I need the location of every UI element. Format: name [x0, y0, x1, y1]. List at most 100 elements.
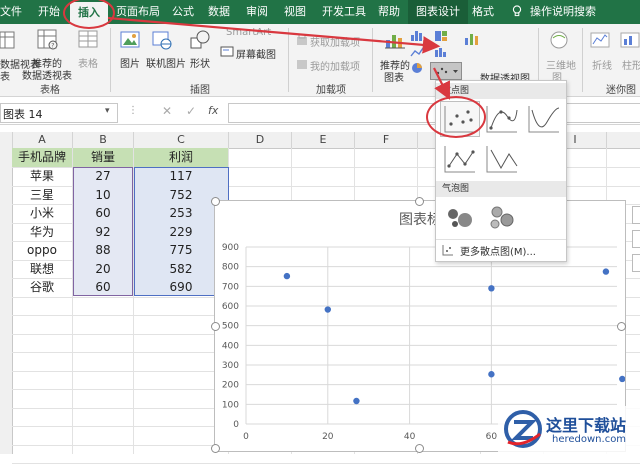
- chart-styles-button[interactable]: [632, 230, 640, 248]
- scatter-option-straight-lines[interactable]: [482, 141, 522, 177]
- header-cell-profit[interactable]: 利润: [134, 148, 228, 167]
- resize-handle[interactable]: [415, 444, 424, 453]
- line-sparkline-icon[interactable]: [590, 32, 610, 48]
- table-cell[interactable]: 88: [73, 241, 133, 260]
- table-cell[interactable]: 60: [73, 278, 133, 297]
- table-cell[interactable]: 苹果: [12, 167, 72, 186]
- column-header[interactable]: B: [73, 132, 134, 148]
- table-cell[interactable]: 20: [73, 260, 133, 279]
- get-addins-label[interactable]: 获取加载项: [310, 34, 360, 49]
- resize-handle[interactable]: [211, 197, 220, 206]
- tab-chart-design[interactable]: 图表设计: [408, 0, 468, 24]
- smartart-label[interactable]: SmartArt: [226, 27, 271, 38]
- scatter-smooth-markers-icon: [486, 106, 518, 133]
- enter-icon[interactable]: ✓: [186, 104, 196, 118]
- pivot-table-icon[interactable]: [0, 30, 16, 50]
- scatter-point[interactable]: [353, 397, 360, 405]
- table-cell[interactable]: 三星: [12, 186, 72, 205]
- group-sparklines-label: 迷你图: [606, 85, 636, 96]
- recommended-pivot-label-2: 数据透视表: [22, 71, 72, 82]
- online-pictures-icon[interactable]: [152, 30, 172, 50]
- watermark-logo-icon: [504, 410, 542, 448]
- screenshot-label[interactable]: 屏幕截图: [236, 46, 276, 61]
- table-cell[interactable]: oppo: [12, 241, 72, 260]
- tab-formulas[interactable]: 公式: [172, 0, 194, 24]
- y-tick-label: 500: [222, 322, 239, 332]
- y-tick-label: 800: [222, 263, 239, 273]
- table-label: 表格: [78, 59, 98, 70]
- table-cell[interactable]: 华为: [12, 223, 72, 242]
- table-cell[interactable]: 117: [134, 167, 228, 186]
- tab-file[interactable]: 文件: [0, 0, 22, 24]
- scatter-point[interactable]: [619, 375, 625, 383]
- more-scatter-icon: [442, 245, 453, 256]
- scatter-point[interactable]: [602, 268, 610, 275]
- group-tables-label: 表格: [40, 85, 60, 96]
- scatter-option-smooth-lines[interactable]: [524, 101, 564, 137]
- chart-filters-button[interactable]: [632, 254, 640, 272]
- tab-view[interactable]: 视图: [284, 0, 306, 24]
- pictures-icon[interactable]: [120, 30, 140, 50]
- pie-chart-icon[interactable]: [410, 62, 424, 74]
- column-header[interactable]: F: [355, 132, 418, 148]
- scatter-option-straight-markers[interactable]: [440, 141, 480, 177]
- table-cell[interactable]: 谷歌: [12, 278, 72, 297]
- recommended-charts-icon[interactable]: [384, 30, 406, 50]
- resize-handle[interactable]: [211, 322, 220, 331]
- name-box[interactable]: 图表 14 ▾: [0, 103, 118, 123]
- cancel-icon[interactable]: ✕: [162, 104, 172, 118]
- tab-home[interactable]: 开始: [38, 0, 60, 24]
- scatter-point[interactable]: [488, 285, 495, 292]
- column-sparkline-icon[interactable]: [620, 32, 640, 48]
- table-cell[interactable]: 60: [73, 204, 133, 223]
- y-tick-label: 700: [222, 282, 239, 292]
- resize-handle[interactable]: [415, 197, 424, 206]
- table-cell[interactable]: 27: [73, 167, 133, 186]
- tab-developer[interactable]: 开发工具: [322, 0, 366, 24]
- column-header[interactable]: C: [134, 132, 229, 148]
- recommended-pivot-icon[interactable]: ?: [36, 28, 60, 52]
- resize-handle[interactable]: [617, 322, 626, 331]
- resize-handle[interactable]: [211, 444, 220, 453]
- more-scatter-charts-link[interactable]: 更多散点图(M)...: [460, 243, 536, 258]
- tell-me-search[interactable]: 操作说明搜索: [530, 0, 596, 24]
- tab-help[interactable]: 帮助: [378, 0, 400, 24]
- shapes-icon[interactable]: [190, 30, 210, 50]
- hierarchy-chart-icon[interactable]: [434, 30, 448, 42]
- scatter-point[interactable]: [283, 272, 291, 280]
- divider: [436, 239, 566, 240]
- tab-review[interactable]: 审阅: [246, 0, 268, 24]
- insert-function-icon[interactable]: fx: [208, 104, 218, 117]
- tab-format[interactable]: 格式: [472, 0, 494, 24]
- scatter-point[interactable]: [488, 371, 495, 378]
- header-cell-brand[interactable]: 手机品牌: [12, 148, 72, 167]
- table-cell[interactable]: 联想: [12, 260, 72, 279]
- table-cell[interactable]: 92: [73, 223, 133, 242]
- bubble-option[interactable]: [440, 199, 480, 235]
- column-header[interactable]: A: [12, 132, 73, 148]
- line-chart-icon[interactable]: [410, 46, 424, 58]
- scatter-option-smooth-markers[interactable]: [482, 101, 522, 137]
- table-cell[interactable]: 小米: [12, 204, 72, 223]
- chevron-down-icon[interactable]: ▾: [105, 106, 110, 116]
- screenshot-icon[interactable]: [220, 46, 234, 58]
- tab-page-layout[interactable]: 页面布局: [116, 0, 160, 24]
- scatter-point[interactable]: [324, 306, 331, 313]
- column-header[interactable]: E: [292, 132, 355, 148]
- header-cell-sales[interactable]: 销量: [73, 148, 133, 167]
- recommended-charts-label-2: 图表: [384, 73, 404, 84]
- column-header[interactable]: D: [229, 132, 292, 148]
- pivot-chart-icon[interactable]: [464, 30, 480, 46]
- online-pictures-label: 联机图片: [146, 59, 186, 70]
- table-cell[interactable]: 10: [73, 186, 133, 205]
- bubble-3d-option[interactable]: [482, 199, 522, 235]
- tab-data[interactable]: 数据: [208, 0, 230, 24]
- my-addins-label[interactable]: 我的加载项: [310, 58, 360, 73]
- column-chart-icon[interactable]: [410, 30, 424, 42]
- 3d-map-icon[interactable]: [548, 30, 570, 50]
- table-icon[interactable]: [78, 30, 98, 50]
- more-options-icon: ⋮: [128, 105, 138, 116]
- statistic-chart-icon[interactable]: [434, 46, 448, 58]
- scatter-chart-button[interactable]: [430, 62, 462, 80]
- chart-elements-button[interactable]: [632, 206, 640, 224]
